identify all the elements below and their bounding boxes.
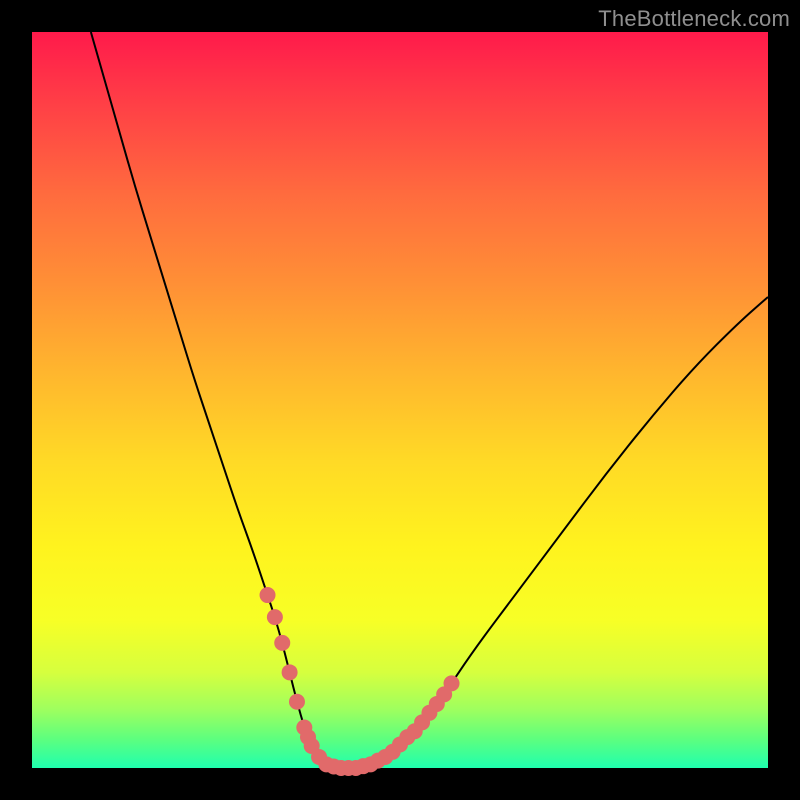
chart-frame: TheBottleneck.com <box>0 0 800 800</box>
watermark-text: TheBottleneck.com <box>598 6 790 32</box>
highlight-dot <box>282 664 298 680</box>
highlight-dot <box>444 675 460 691</box>
highlight-dot <box>274 635 290 651</box>
bottleneck-chart <box>32 32 768 768</box>
highlight-dot <box>289 694 305 710</box>
bottleneck-curve-path <box>91 32 768 768</box>
plot-area <box>32 32 768 768</box>
highlight-dot <box>267 609 283 625</box>
highlighted-dots <box>260 587 460 776</box>
highlight-dot <box>260 587 276 603</box>
